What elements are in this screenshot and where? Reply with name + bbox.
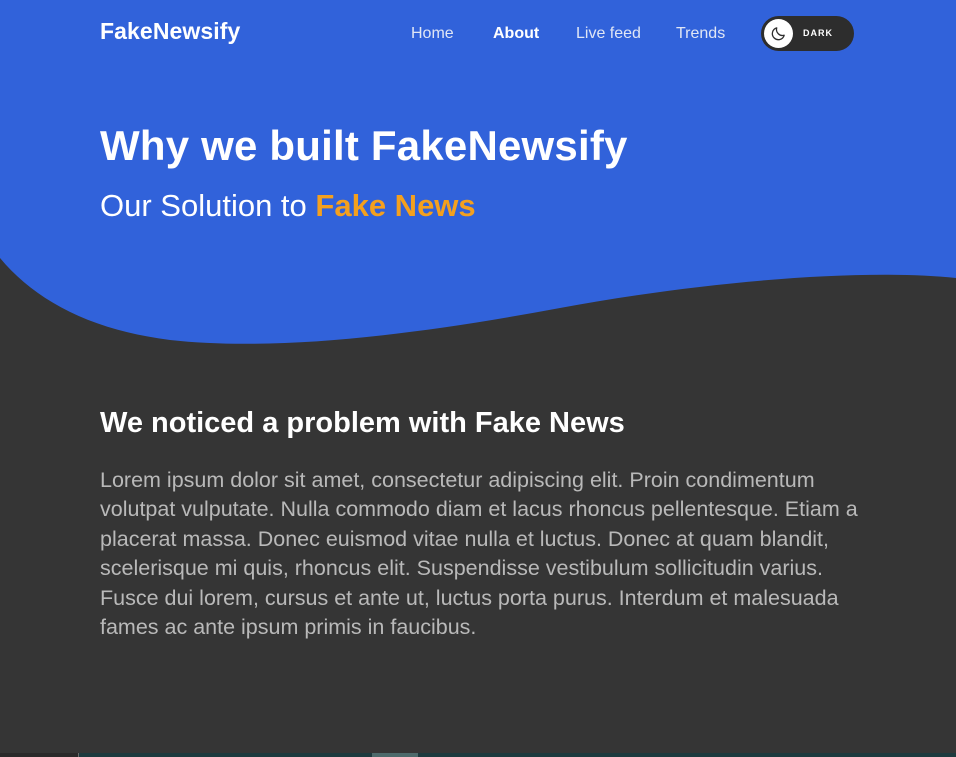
hero-section: FakeNewsify Home About Live feed Trends … xyxy=(0,0,956,350)
toggle-label: DARK xyxy=(803,28,833,38)
nav-link-about[interactable]: About xyxy=(493,25,539,43)
brand-logo[interactable]: FakeNewsify xyxy=(100,18,240,45)
toggle-knob xyxy=(764,19,793,48)
nav-link-trends[interactable]: Trends xyxy=(676,25,725,43)
section-body: Lorem ipsum dolor sit amet, consectetur … xyxy=(100,468,858,640)
top-navigation: FakeNewsify Home About Live feed Trends … xyxy=(0,0,956,68)
section-title: We noticed a problem with Fake News xyxy=(100,407,625,439)
hero-subtitle: Our Solution to Fake News xyxy=(100,188,476,224)
hero-title: Why we built FakeNewsify xyxy=(100,122,628,169)
dark-mode-toggle[interactable]: DARK xyxy=(761,16,854,51)
bottom-edge-bar xyxy=(0,753,956,757)
hero-subtitle-accent: Fake News xyxy=(315,188,476,223)
hero-subtitle-prefix: Our Solution to xyxy=(100,188,316,223)
nav-link-home[interactable]: Home xyxy=(411,25,454,43)
nav-link-live-feed[interactable]: Live feed xyxy=(576,25,641,43)
bottom-edge-segment xyxy=(0,753,79,757)
bottom-edge-segment xyxy=(372,753,418,757)
moon-icon xyxy=(771,27,785,41)
